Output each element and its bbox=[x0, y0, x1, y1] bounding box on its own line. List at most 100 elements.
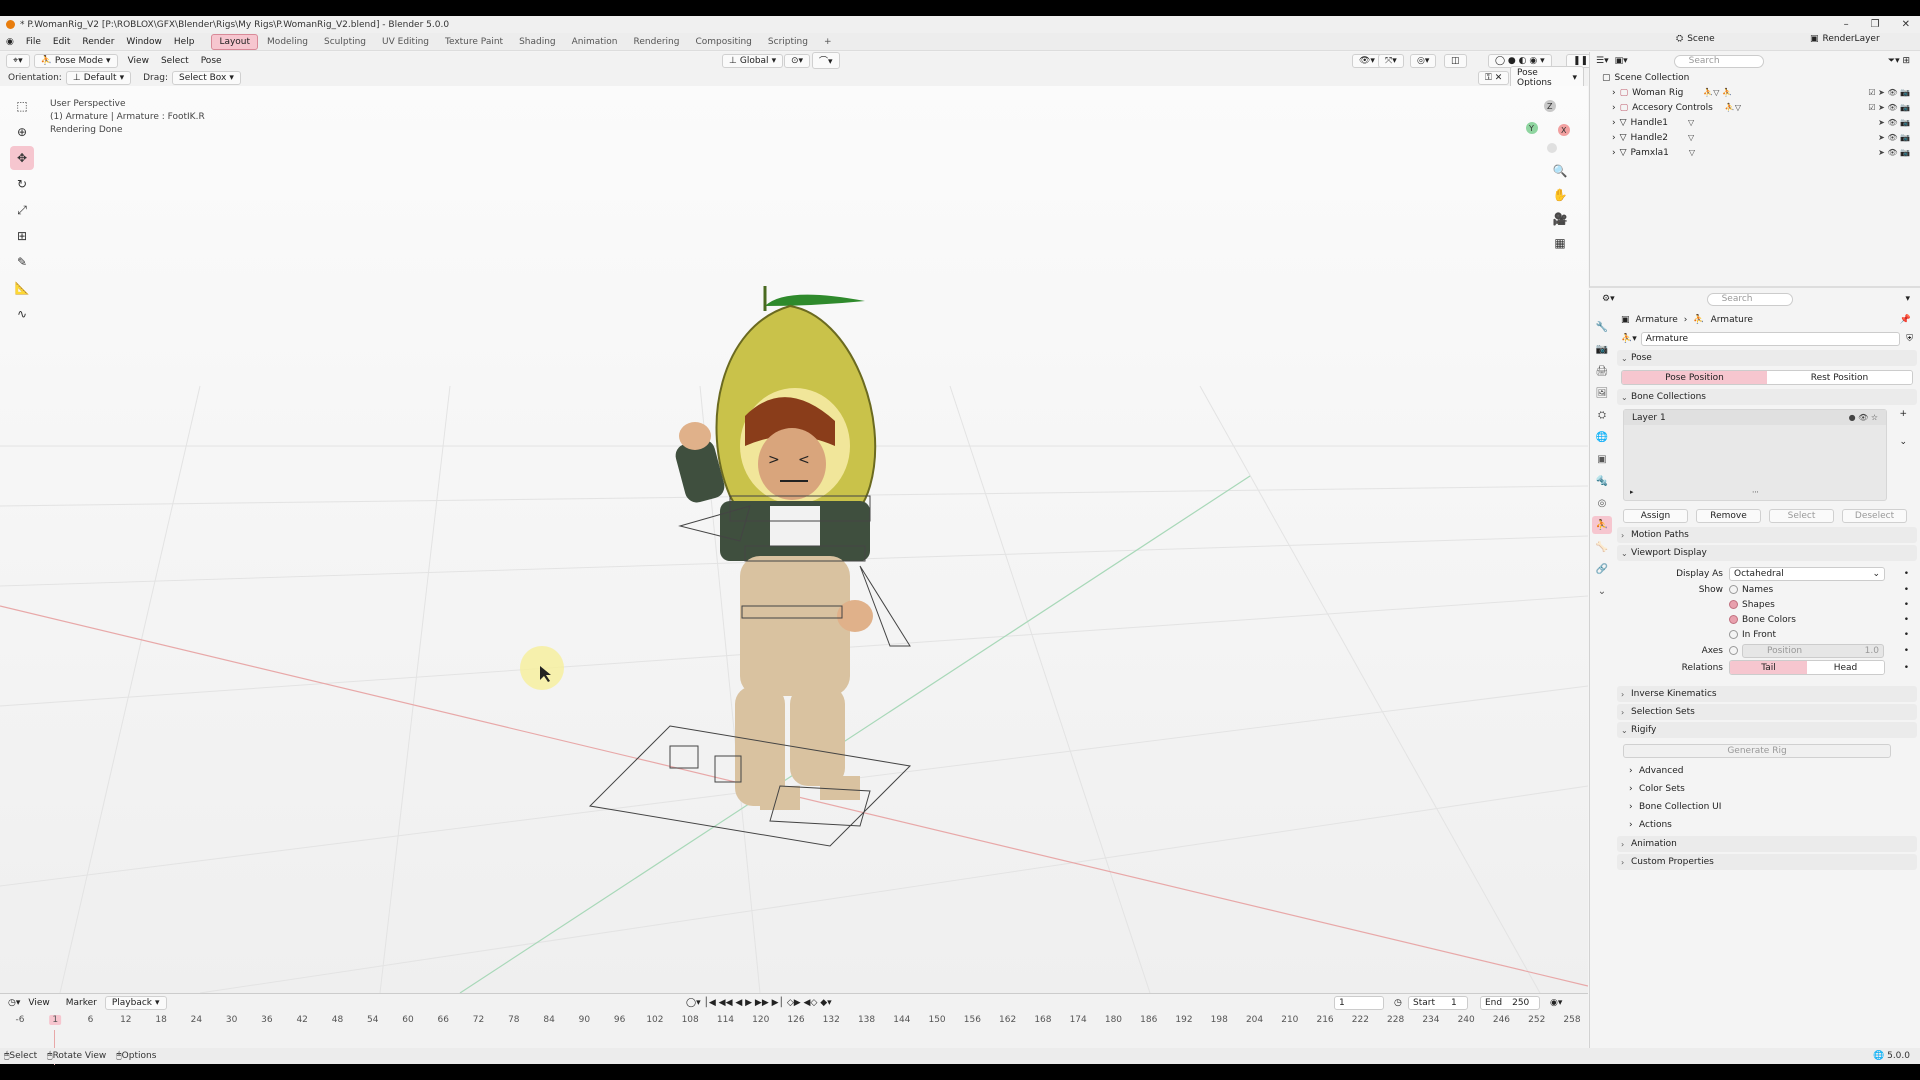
navigation-gizmo[interactable]: Z Y X 🔍 ✋ 🎥 ▦ bbox=[1518, 96, 1578, 250]
layer-toggles-icons[interactable]: ● 👁 ☆ bbox=[1849, 413, 1878, 422]
filter-icon[interactable]: ⏷▾ ⊞ bbox=[1888, 56, 1910, 66]
sidebar-toggle-icon[interactable]: ⚿ ✕ bbox=[1478, 70, 1510, 85]
outliner-item-pamxla1[interactable]: › ▽ Pamxla1 ▽ ➤ 👁 📷 bbox=[1602, 145, 1920, 160]
display-mode-icon[interactable]: ▣▾ bbox=[1615, 56, 1628, 66]
custom-properties-panel-header[interactable]: › Custom Properties bbox=[1617, 854, 1917, 870]
tab-texture-paint[interactable]: Texture Paint bbox=[438, 35, 510, 49]
fake-user-shield-icon[interactable]: ⛨ bbox=[1906, 334, 1913, 344]
move-tool-icon[interactable]: ✥ bbox=[10, 146, 34, 170]
add-collection-icon[interactable]: + bbox=[1899, 409, 1907, 419]
armature-data-icon[interactable]: ⛹▾ bbox=[1621, 334, 1637, 344]
names-checkbox[interactable] bbox=[1729, 585, 1738, 594]
armature-name-field[interactable]: Armature bbox=[1640, 332, 1901, 346]
cursor-tool-icon[interactable]: ⊕ bbox=[10, 120, 34, 144]
axes-checkbox[interactable] bbox=[1729, 646, 1738, 655]
pivot-point-selector[interactable]: ⊙▾ bbox=[784, 53, 811, 68]
menu-view[interactable]: View bbox=[122, 56, 155, 66]
axes-position-slider[interactable]: Position 1.0 bbox=[1742, 643, 1884, 658]
tab-modeling[interactable]: Modeling bbox=[260, 35, 315, 49]
editor-type-icon[interactable]: ⌖▾ bbox=[6, 53, 30, 68]
menu-select[interactable]: Select bbox=[155, 56, 195, 66]
menu-window[interactable]: Window bbox=[120, 37, 168, 47]
axis-gizmo[interactable]: Z Y X bbox=[1518, 96, 1578, 156]
zoom-icon[interactable]: 🔍 bbox=[1548, 159, 1572, 183]
select-button[interactable]: Select bbox=[1769, 509, 1834, 523]
assign-button[interactable]: Assign bbox=[1623, 509, 1688, 523]
modifier-tab-icon[interactable]: 🔩 bbox=[1592, 472, 1612, 490]
timeline-editor-icon[interactable]: ◷▾ bbox=[8, 998, 20, 1008]
perspective-grid-icon[interactable]: ▦ bbox=[1548, 231, 1572, 255]
select-box-tool-icon[interactable]: ⬚ bbox=[10, 94, 34, 118]
list-expand-icon[interactable]: ▸ bbox=[1630, 488, 1634, 496]
timeline-menu-view[interactable]: View bbox=[20, 998, 57, 1008]
display-as-dropdown[interactable]: Octahedral ⌄ bbox=[1729, 566, 1885, 581]
deselect-button[interactable]: Deselect bbox=[1842, 509, 1907, 523]
orientation-selector[interactable]: ⊥ Default ▾ bbox=[65, 70, 132, 85]
viewport-display-panel-header[interactable]: ⌄ Viewport Display bbox=[1617, 545, 1917, 561]
stopwatch-icon[interactable]: ◷ bbox=[1394, 998, 1402, 1008]
physics-tab-icon[interactable]: ◎ bbox=[1592, 494, 1612, 512]
outliner-item-accesory-controls[interactable]: › ▢ Accesory Controls ⛹▽ ☑ ➤ 👁 📷 bbox=[1602, 100, 1920, 115]
annotate-tool-icon[interactable]: ✎ bbox=[10, 250, 34, 274]
rigify-bone-collection-ui-subpanel[interactable]: › Bone Collection UI bbox=[1617, 798, 1917, 816]
bone-tab-icon[interactable]: 🦴 bbox=[1592, 538, 1612, 556]
animation-panel-header[interactable]: › Animation bbox=[1617, 836, 1917, 852]
menu-pose[interactable]: Pose bbox=[195, 56, 228, 66]
menu-help[interactable]: Help bbox=[168, 37, 201, 47]
camera-view-icon[interactable]: 🎥 bbox=[1548, 207, 1572, 231]
blender-menu-icon[interactable]: ◉ bbox=[0, 37, 20, 47]
tab-scripting[interactable]: Scripting bbox=[761, 35, 815, 49]
overlay-toggle[interactable]: ◎▾ bbox=[1410, 53, 1437, 68]
in-front-checkbox[interactable] bbox=[1729, 630, 1738, 639]
tab-animation[interactable]: Animation bbox=[565, 35, 625, 49]
rigify-color-sets-subpanel[interactable]: › Color Sets bbox=[1617, 780, 1917, 798]
add-workspace-icon[interactable]: + bbox=[817, 35, 839, 49]
mode-selector[interactable]: ⛹ Pose Mode ▾ bbox=[33, 53, 118, 68]
keying-icon[interactable]: ◉▾ bbox=[1550, 998, 1562, 1008]
output-tab-icon[interactable]: 🖨 bbox=[1592, 362, 1612, 380]
transform-orientation-selector[interactable]: ⊥ Global ▾ bbox=[722, 53, 784, 68]
measure-tool-icon[interactable]: 📐 bbox=[10, 276, 34, 300]
list-resize-handle-icon[interactable]: ⋯ bbox=[1752, 488, 1759, 496]
rigify-advanced-subpanel[interactable]: › Advanced bbox=[1617, 762, 1917, 780]
remove-button[interactable]: Remove bbox=[1696, 509, 1761, 523]
pan-hand-icon[interactable]: ✋ bbox=[1548, 183, 1572, 207]
playback-controls[interactable]: ◯▾ │◀ ◀◀ ◀ ▶ ▶▶ ▶│ ◇▶ ◀◇ ◆▾ bbox=[686, 998, 832, 1008]
pose-panel-header[interactable]: ⌄ Pose bbox=[1617, 350, 1917, 366]
transform-tool-icon[interactable]: ⊞ bbox=[10, 224, 34, 248]
rigify-actions-subpanel[interactable]: › Actions bbox=[1617, 816, 1917, 834]
tab-compositing[interactable]: Compositing bbox=[688, 35, 758, 49]
scene-collection-row[interactable]: ▢ Scene Collection bbox=[1602, 70, 1920, 85]
view-layer-selector[interactable]: ▣ RenderLayer bbox=[1810, 34, 1880, 44]
rigify-panel-header[interactable]: ⌄ Rigify bbox=[1617, 722, 1917, 738]
rest-position-button[interactable]: Rest Position bbox=[1767, 371, 1912, 384]
bone-colors-checkbox[interactable] bbox=[1729, 615, 1738, 624]
tab-sculpting[interactable]: Sculpting bbox=[317, 35, 373, 49]
bone-collection-list[interactable]: Layer 1 ● 👁 ☆ ▸ ⋯ bbox=[1623, 409, 1887, 501]
snapping-selector[interactable]: ⌒▾ bbox=[812, 52, 840, 69]
object-tab-icon[interactable]: ▣ bbox=[1592, 450, 1612, 468]
current-frame-field[interactable]: 1 bbox=[1334, 996, 1384, 1010]
generate-rig-button[interactable]: Generate Rig bbox=[1623, 744, 1891, 758]
tabs-collapse-icon[interactable]: ⌄ bbox=[1592, 582, 1612, 600]
armature-data-tab-icon[interactable]: ⛹ bbox=[1592, 516, 1612, 534]
world-tab-icon[interactable]: 🌐 bbox=[1592, 428, 1612, 446]
shapes-checkbox[interactable] bbox=[1729, 600, 1738, 609]
menu-edit[interactable]: Edit bbox=[47, 37, 76, 47]
start-frame-field[interactable]: Start 1 bbox=[1408, 996, 1468, 1010]
inverse-kinematics-panel-header[interactable]: › Inverse Kinematics bbox=[1617, 686, 1917, 702]
scene-selector[interactable]: ⛭ Scene bbox=[1676, 34, 1715, 44]
close-icon[interactable]: ✕ bbox=[1902, 19, 1910, 30]
outliner-editor-icon[interactable]: ☰▾ bbox=[1596, 56, 1609, 66]
render-tab-icon[interactable]: 📷 bbox=[1592, 340, 1612, 358]
timeline-menu-playback[interactable]: Playback ▾ bbox=[104, 996, 167, 1010]
rotate-tool-icon[interactable]: ↻ bbox=[10, 172, 34, 196]
outliner-item-handle2[interactable]: › ▽ Handle2 ▽ ➤ 👁 📷 bbox=[1602, 130, 1920, 145]
minimize-icon[interactable]: – bbox=[1844, 19, 1849, 30]
menu-render[interactable]: Render bbox=[76, 37, 120, 47]
end-frame-field[interactable]: End 250 bbox=[1480, 996, 1540, 1010]
properties-options-icon[interactable]: ▾ bbox=[1905, 294, 1910, 304]
pin-icon[interactable]: 📌 bbox=[1900, 315, 1911, 325]
timeline-ruler[interactable]: -6 1 6 12 18 24 30 36 42 48 54 60 66 72 78 84 90 96 102 108… bbox=[0, 1012, 1588, 1030]
properties-search[interactable]: Search bbox=[1706, 292, 1793, 306]
